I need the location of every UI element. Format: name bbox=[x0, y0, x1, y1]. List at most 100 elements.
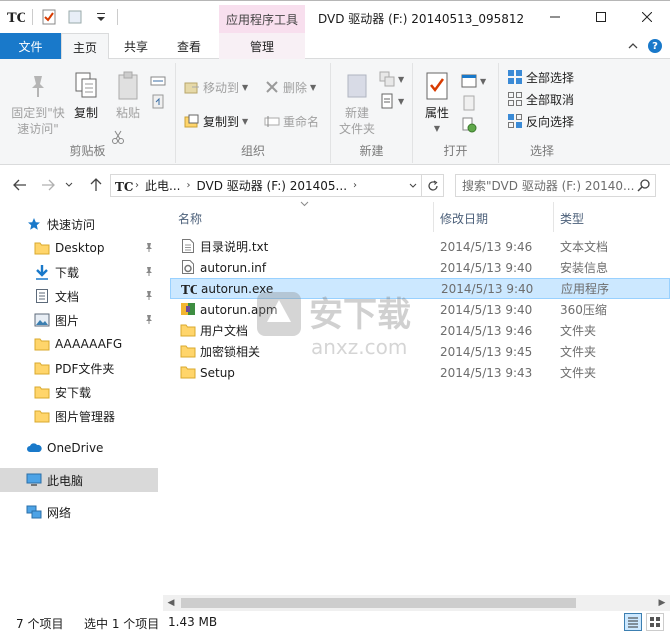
table-row[interactable]: Setup 2014/5/13 9:43 文件夹 bbox=[170, 362, 670, 383]
easy-access-button[interactable]: ▼ bbox=[379, 91, 404, 111]
drive-icon: TC bbox=[111, 179, 133, 193]
select-all-button[interactable]: 全部选择 bbox=[507, 67, 574, 87]
ribbon: 固定到"快 速访问" 复制 粘贴 剪贴板 移动到 ▼ 复制到 ▼ 删除 ▼ 重命… bbox=[0, 59, 670, 165]
table-row[interactable]: 目录说明.txt 2014/5/13 9:46 文本文档 bbox=[170, 236, 670, 257]
column-header-date[interactable]: 修改日期 bbox=[440, 208, 488, 228]
tab-file[interactable]: 文件 bbox=[0, 33, 61, 59]
nav-item[interactable]: 安下载 bbox=[0, 380, 158, 404]
new-group: 新建 文件夹 ▼ ▼ 新建 bbox=[331, 63, 413, 163]
refresh-button[interactable] bbox=[422, 174, 444, 197]
column-header-name[interactable]: 名称 bbox=[178, 208, 202, 228]
scroll-right-button[interactable]: ▶ bbox=[654, 595, 670, 611]
forward-button[interactable] bbox=[38, 175, 58, 195]
nav-onedrive[interactable]: OneDrive bbox=[0, 436, 158, 460]
nav-item[interactable]: 图片 bbox=[0, 308, 158, 332]
clipboard-group-label: 剪贴板 bbox=[69, 144, 106, 158]
search-input[interactable]: 搜索"DVD 驱动器 (F:) 20140... bbox=[455, 174, 656, 197]
chevron-right-icon: › bbox=[353, 180, 358, 191]
copy-path-button[interactable] bbox=[150, 71, 166, 91]
folder-icon bbox=[180, 343, 196, 359]
address-bar[interactable]: TC › 此电... › DVD 驱动器 (F:) 201405... › bbox=[110, 174, 422, 197]
table-row[interactable]: autorun.inf 2014/5/13 9:40 安装信息 bbox=[170, 257, 670, 278]
collapse-ribbon-icon[interactable] bbox=[628, 42, 638, 50]
address-dropdown-button[interactable] bbox=[403, 175, 421, 196]
breadcrumb-drive[interactable]: DVD 驱动器 (F:) 201405... bbox=[192, 177, 351, 194]
copy-to-icon bbox=[184, 113, 200, 129]
history-button[interactable] bbox=[461, 115, 477, 135]
pin-icon[interactable] bbox=[144, 242, 154, 255]
column-separator[interactable] bbox=[553, 202, 554, 232]
table-row[interactable]: autorun.apm 2014/5/13 9:40 360压缩 bbox=[170, 299, 670, 320]
copy-icon bbox=[70, 69, 102, 103]
edit-button[interactable] bbox=[461, 93, 477, 113]
nav-item[interactable]: PDF文件夹 bbox=[0, 356, 158, 380]
new-item-button[interactable]: ▼ bbox=[379, 69, 404, 89]
paste-shortcut-button[interactable] bbox=[150, 91, 166, 111]
back-button[interactable] bbox=[10, 175, 30, 195]
details-view-button[interactable] bbox=[624, 613, 642, 631]
nav-this-pc[interactable]: 此电脑 bbox=[0, 468, 158, 492]
new-folder-qat-icon[interactable] bbox=[65, 7, 85, 27]
new-folder-button[interactable]: 新建 文件夹 bbox=[335, 69, 379, 137]
nav-item[interactable]: 图片管理器 bbox=[0, 404, 158, 428]
scrollbar-thumb[interactable] bbox=[181, 598, 576, 608]
invert-selection-button[interactable]: 反向选择 bbox=[507, 111, 574, 131]
pin-quick-access-button[interactable]: 固定到"快 速访问" bbox=[6, 69, 70, 137]
rename-button[interactable]: 重命名 bbox=[264, 111, 319, 131]
folder-icon bbox=[34, 408, 50, 424]
column-separator[interactable] bbox=[433, 202, 434, 232]
tab-manage[interactable]: 管理 bbox=[219, 33, 305, 59]
recent-locations-button[interactable] bbox=[62, 175, 76, 195]
tab-home[interactable]: 主页 bbox=[61, 33, 109, 60]
open-icon bbox=[461, 73, 477, 89]
pin-icon[interactable] bbox=[144, 290, 154, 303]
column-header-type[interactable]: 类型 bbox=[560, 208, 584, 228]
search-placeholder: 搜索"DVD 驱动器 (F:) 20140... bbox=[462, 179, 635, 193]
large-icons-view-button[interactable] bbox=[646, 613, 664, 631]
tab-view[interactable]: 查看 bbox=[165, 33, 213, 59]
nav-item-label: AAAAAAFG bbox=[55, 337, 123, 351]
maximize-button[interactable] bbox=[578, 1, 624, 33]
close-button[interactable] bbox=[624, 1, 670, 33]
app-icon[interactable]: TC bbox=[6, 7, 26, 27]
nav-item[interactable]: AAAAAAFG bbox=[0, 332, 158, 356]
nav-item-label: PDF文件夹 bbox=[55, 361, 115, 376]
copy-button[interactable]: 复制 bbox=[68, 69, 104, 121]
file-name: autorun.apm bbox=[200, 302, 278, 317]
title-bar: TC 应用程序工具 DVD 驱动器 (F:) 20140513_095812 bbox=[0, 0, 670, 34]
nav-item[interactable]: Desktop bbox=[0, 236, 158, 260]
table-row[interactable]: 用户文档 2014/5/13 9:46 文件夹 bbox=[170, 320, 670, 341]
select-none-button[interactable]: 全部取消 bbox=[507, 89, 574, 109]
minimize-button[interactable] bbox=[532, 1, 578, 33]
nav-quick-access[interactable]: 快速访问 bbox=[0, 212, 158, 236]
search-icon bbox=[637, 178, 651, 195]
up-button[interactable] bbox=[86, 175, 106, 195]
move-to-icon bbox=[184, 79, 200, 95]
help-icon[interactable]: ? bbox=[648, 39, 662, 53]
properties-qat-icon[interactable] bbox=[39, 7, 59, 27]
nav-item[interactable]: 下载 bbox=[0, 260, 158, 284]
breadcrumb-this-pc[interactable]: 此电... bbox=[141, 177, 184, 194]
copy-to-button[interactable]: 复制到 ▼ bbox=[184, 111, 248, 131]
move-to-button[interactable]: 移动到 ▼ bbox=[184, 77, 248, 97]
history-icon bbox=[461, 117, 477, 133]
horizontal-scrollbar[interactable]: ◀ ▶ bbox=[163, 595, 670, 611]
table-row[interactable]: TC autorun.exe 2014/5/13 9:40 应用程序 bbox=[170, 278, 670, 299]
open-button[interactable]: ▼ bbox=[461, 71, 486, 91]
pin-icon[interactable] bbox=[144, 314, 154, 327]
nav-item-label: Desktop bbox=[55, 241, 105, 255]
table-row[interactable]: 加密锁相关 2014/5/13 9:45 文件夹 bbox=[170, 341, 670, 362]
nav-network[interactable]: 网络 bbox=[0, 500, 158, 524]
file-name: 目录说明.txt bbox=[200, 240, 269, 254]
paste-button[interactable]: 粘贴 bbox=[110, 69, 146, 121]
chevron-down-icon: ▼ bbox=[310, 82, 317, 92]
properties-button[interactable]: 属性 ▼ bbox=[419, 69, 455, 137]
nav-item[interactable]: 文档 bbox=[0, 284, 158, 308]
file-list: 名称 修改日期 类型 目录说明.txt 2014/5/13 9:46 文本文档 aut… bbox=[170, 200, 670, 595]
scroll-left-button[interactable]: ◀ bbox=[163, 595, 179, 611]
pin-icon[interactable] bbox=[144, 266, 154, 279]
customize-qat-icon[interactable] bbox=[91, 7, 111, 27]
chevron-down-icon: ▼ bbox=[398, 96, 405, 106]
tab-share[interactable]: 共享 bbox=[112, 33, 160, 59]
delete-button[interactable]: 删除 ▼ bbox=[264, 77, 316, 97]
